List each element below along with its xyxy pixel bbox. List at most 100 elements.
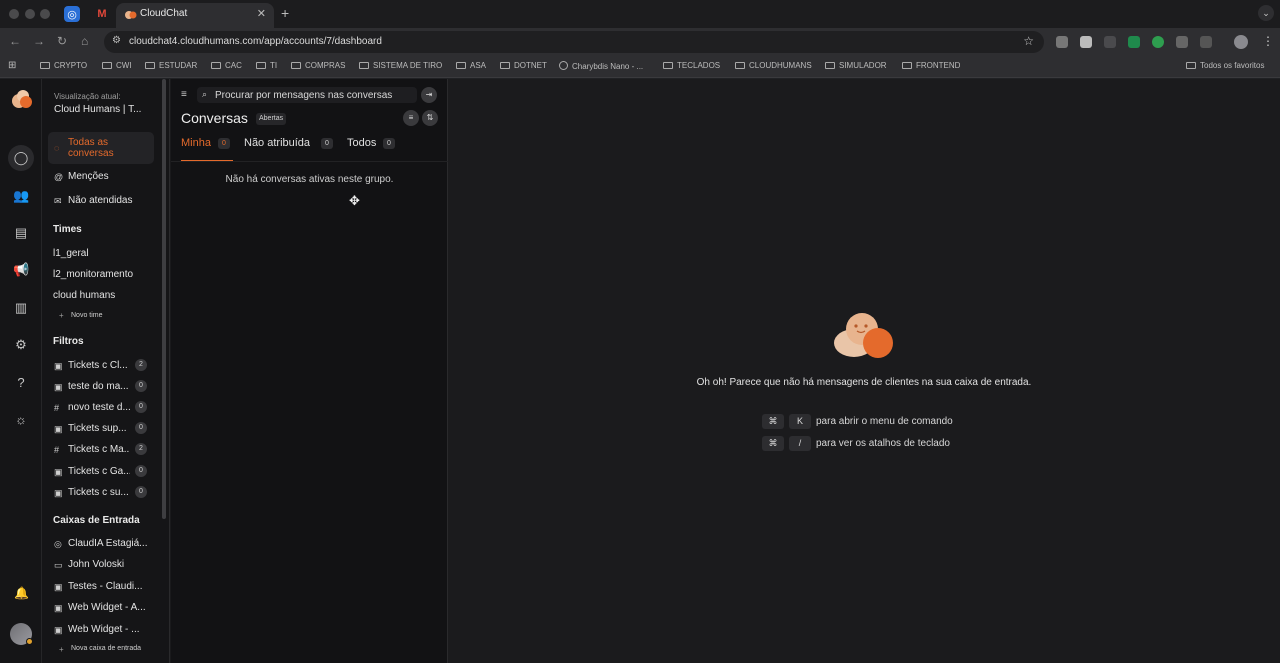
- sidebar-item-filter[interactable]: Tickets c Cl...: [68, 360, 130, 371]
- sidebar-item-inbox[interactable]: John Voloski: [68, 559, 152, 570]
- back-icon[interactable]: ←: [9, 34, 21, 48]
- sort-icon[interactable]: ⇅: [422, 110, 438, 126]
- tab-cloudchat[interactable]: CloudChat ✕: [116, 3, 274, 28]
- profile-avatar[interactable]: [1234, 35, 1248, 49]
- search-input[interactable]: ⌕ Procurar por mensagens nas conversas: [197, 87, 417, 103]
- lock-icon: ▣: [54, 488, 63, 498]
- bookmark-folder[interactable]: FRONTEND: [902, 61, 960, 70]
- search-placeholder: Procurar por mensagens nas conversas: [215, 90, 393, 101]
- notifications-bell-icon[interactable]: 🔔: [14, 586, 29, 600]
- new-team-button[interactable]: Novo time: [71, 312, 103, 319]
- bookmark-folder[interactable]: CRYPTO: [40, 61, 87, 70]
- close-window-button[interactable]: [9, 9, 19, 19]
- all-bookmarks-folder[interactable]: Todos os favoritos: [1186, 61, 1264, 70]
- shortcut-description: para ver os atalhos de teclado: [816, 438, 950, 449]
- sidebar-item-inbox[interactable]: ClaudIA Estagiá...: [68, 538, 152, 549]
- extensions-puzzle-icon[interactable]: [1200, 36, 1212, 48]
- bookmark-folder[interactable]: TECLADOS: [663, 61, 720, 70]
- extension-icon[interactable]: [1176, 36, 1188, 48]
- sidebar-item-filter[interactable]: Tickets c su...: [68, 487, 130, 498]
- sidebar-item-filter[interactable]: Tickets c Ma...: [68, 444, 130, 455]
- tab-count-badge: 0: [383, 138, 395, 149]
- sidebar-item-filter[interactable]: novo teste d...: [68, 402, 130, 413]
- filter-icon[interactable]: ≡: [403, 110, 419, 126]
- search-icon: ⌕: [202, 89, 208, 99]
- filter-count-badge: 2: [135, 443, 147, 455]
- filter-count-badge: 0: [135, 401, 147, 413]
- zoom-window-button[interactable]: [40, 9, 50, 19]
- settings-gear-icon[interactable]: ⚙: [13, 337, 29, 353]
- bookmark-star-icon[interactable]: ☆: [1023, 34, 1034, 48]
- conversations-icon[interactable]: ◯: [13, 150, 29, 166]
- pinned-tab-1[interactable]: ◎: [64, 6, 80, 22]
- forward-icon[interactable]: →: [33, 34, 45, 48]
- cloudchat-logo-icon: [12, 90, 32, 108]
- tab-unassigned[interactable]: Não atribuída: [244, 137, 310, 149]
- new-inbox-button[interactable]: Nova caixa de entrada: [71, 645, 141, 652]
- sidebar-item-filter[interactable]: Tickets c Ga...: [68, 466, 130, 477]
- bookmark-folder[interactable]: SISTEMA DE TIRO: [359, 61, 442, 70]
- reload-icon[interactable]: ↻: [57, 34, 67, 48]
- sidebar-item-inbox[interactable]: Web Widget - ...: [68, 624, 148, 635]
- extension-icon[interactable]: [1056, 36, 1068, 48]
- presence-status-dot: [26, 638, 33, 645]
- tab-search-button[interactable]: ⌄: [1258, 5, 1274, 21]
- sidebar-item-team[interactable]: l1_geral: [53, 248, 89, 259]
- extension-icon[interactable]: [1128, 36, 1140, 48]
- command-key-icon: ⌘: [762, 414, 784, 429]
- campaigns-icon[interactable]: 📢: [13, 262, 29, 278]
- address-bar[interactable]: ⚙ cloudchat4.cloudhumans.com/app/account…: [104, 31, 1044, 53]
- extension-icon[interactable]: [1152, 36, 1164, 48]
- tab-all[interactable]: Todos: [347, 137, 376, 149]
- library-icon[interactable]: ▥: [13, 300, 29, 316]
- cloudchat-app: ◯ 👥 ▤ 📢 ▥ ⚙ ? ☼ 🔔 Visualização atual: Cl…: [0, 79, 1280, 663]
- bookmark-folder[interactable]: TI: [256, 61, 277, 70]
- apps-grid-icon[interactable]: ⊞: [8, 60, 16, 71]
- minimize-window-button[interactable]: [25, 9, 35, 19]
- whats-new-bulb-icon[interactable]: ☼: [13, 412, 29, 428]
- cloudchat-favicon-icon: [125, 11, 137, 19]
- bookmark-folder[interactable]: COMPRAS: [291, 61, 345, 70]
- compose-conversation-button[interactable]: ⇥: [421, 87, 437, 103]
- whatsapp-inbox-icon: ◎: [54, 539, 62, 549]
- bookmarks-bar: ⊞ CRYPTO CWI ESTUDAR CAC TI COMPRAS SIST…: [0, 56, 1280, 78]
- home-icon[interactable]: ⌂: [81, 34, 88, 48]
- sidebar-item-unattended[interactable]: Não atendidas: [68, 195, 133, 206]
- tab-mine[interactable]: Minha: [181, 137, 211, 149]
- account-switcher[interactable]: Cloud Humans | T...: [54, 104, 154, 115]
- site-info-icon[interactable]: ⚙: [112, 35, 121, 46]
- contacts-icon[interactable]: 👥: [13, 188, 29, 204]
- url-text[interactable]: cloudchat4.cloudhumans.com/app/accounts/…: [129, 36, 382, 47]
- bookmark-folder[interactable]: CAC: [211, 61, 242, 70]
- bookmark-link[interactable]: Charybdis Nano - ...: [559, 61, 643, 71]
- bookmark-folder[interactable]: ASA: [456, 61, 486, 70]
- sidebar-item-team[interactable]: l2_monitoramento: [53, 269, 133, 280]
- email-inbox-icon: ▭: [54, 560, 63, 570]
- bookmark-folder[interactable]: SIMULADOR: [825, 61, 887, 70]
- toggle-sidebar-icon[interactable]: ≡: [181, 89, 187, 100]
- bookmark-folder[interactable]: CLOUDHUMANS: [735, 61, 812, 70]
- bookmark-folder[interactable]: DOTNET: [500, 61, 547, 70]
- bookmark-folder[interactable]: CWI: [102, 61, 132, 70]
- sidebar-item-filter[interactable]: teste do ma...: [68, 381, 130, 392]
- extension-icon[interactable]: [1080, 36, 1092, 48]
- gmail-tab[interactable]: M: [94, 6, 110, 22]
- shortcut-key: /: [789, 436, 811, 451]
- new-tab-button[interactable]: +: [281, 5, 289, 21]
- help-icon[interactable]: ?: [13, 375, 29, 391]
- browser-menu-icon[interactable]: ⋮: [1262, 34, 1274, 48]
- sidebar-item-inbox[interactable]: Web Widget - A...: [68, 602, 152, 613]
- sidebar-item-inbox[interactable]: Testes - Claudi...: [68, 581, 152, 592]
- bookmark-folder[interactable]: ESTUDAR: [145, 61, 197, 70]
- sidebar-item-filter[interactable]: Tickets sup...: [68, 423, 130, 434]
- status-filter-pill[interactable]: Abertas: [256, 113, 287, 125]
- sidebar-item-label[interactable]: Todas as conversas: [68, 137, 148, 159]
- sidebar-item-team[interactable]: cloud humans: [53, 290, 115, 301]
- lock-icon: ▣: [54, 361, 63, 371]
- extension-icon[interactable]: [1104, 36, 1116, 48]
- reports-icon[interactable]: ▤: [13, 225, 29, 241]
- sidebar-item-mentions[interactable]: Menções: [68, 171, 109, 182]
- close-tab-icon[interactable]: ✕: [257, 7, 266, 20]
- sidebar-scrollbar[interactable]: [162, 79, 166, 519]
- current-view-label: Visualização atual:: [54, 92, 121, 101]
